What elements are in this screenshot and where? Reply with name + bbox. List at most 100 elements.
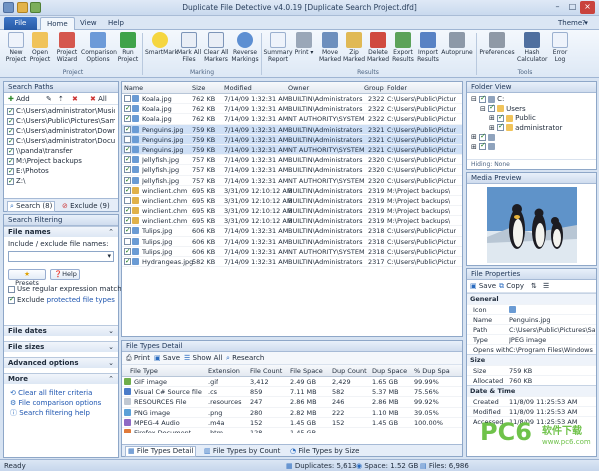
column-header-file-space[interactable]: File Space xyxy=(290,367,323,375)
row-checkbox[interactable] xyxy=(124,115,131,123)
row-checkbox[interactable] xyxy=(124,145,131,153)
column-header-file-count[interactable]: File Count xyxy=(250,367,282,375)
table-row[interactable]: Jellyfish.jpg 757 KB 7/14/09 1:32:31 AMNT … xyxy=(122,176,462,186)
tab-help[interactable]: Help xyxy=(102,17,130,30)
checkbox[interactable] xyxy=(7,126,14,136)
tab-file[interactable]: File xyxy=(4,17,37,30)
open-project-button[interactable]: Open Project xyxy=(29,32,51,68)
import-results-button[interactable]: Import Results xyxy=(416,32,440,68)
table-row[interactable]: Jellyfish.jpg 757 KB 7/14/09 1:32:31 AMBUI… xyxy=(122,155,462,166)
tab-search[interactable]: ⌕ Search (8) xyxy=(7,201,56,212)
table-row[interactable]: Tulips.jpg 606 KB 7/14/09 1:32:31 AMBUILTI… xyxy=(122,237,462,247)
table-row[interactable]: Tulips.jpg 606 KB 7/14/09 1:32:31 AMNT AUT… xyxy=(122,247,462,257)
mark-all-files-button[interactable]: Mark All Files xyxy=(177,32,201,68)
checkbox[interactable] xyxy=(479,94,487,103)
table-row[interactable]: MPEG-4 Audio .m4a 152 1.45 GB 152 1.45 GB 100.… xyxy=(122,418,462,428)
column-header-dup-space[interactable]: Dup Space xyxy=(372,367,407,375)
checkbox[interactable] xyxy=(8,285,15,293)
tab-exclude[interactable]: ⊘ Exclude (9) xyxy=(62,202,110,210)
table-row[interactable]: Penguins.jpg 759 KB 7/14/09 1:32:31 AMNT A… xyxy=(122,144,462,156)
checkbox[interactable] xyxy=(479,132,487,141)
comparison-options-button[interactable]: Comparison Options xyxy=(81,32,117,68)
column-header-group[interactable]: Group xyxy=(364,84,384,92)
research-button[interactable]: ⌕ Research xyxy=(226,354,264,363)
list-item[interactable]: C:\Users\administrator\Downloads xyxy=(7,126,115,136)
save-types-button[interactable]: ▣ Save xyxy=(154,354,180,362)
row-checkbox[interactable] xyxy=(124,227,131,235)
file-names-input[interactable]: ▾ xyxy=(8,251,114,262)
advanced-options-section[interactable]: Advanced options ⌄ xyxy=(4,357,118,368)
clear-filter-link[interactable]: ⟲ Clear all filter criteria xyxy=(10,388,112,398)
column-header-folder[interactable]: Folder xyxy=(387,84,407,92)
checkbox[interactable] xyxy=(7,136,14,146)
checkbox[interactable] xyxy=(7,156,14,166)
property-section[interactable]: Size xyxy=(467,354,596,365)
summary-report-button[interactable]: Summary Report xyxy=(263,32,293,68)
help-button[interactable]: ❓Help xyxy=(50,269,80,280)
column-header-extension[interactable]: Extension xyxy=(208,367,240,375)
row-checkbox[interactable] xyxy=(124,166,131,174)
table-row[interactable]: winclient.chm 695 KB 3/31/09 12:10:12 AMBU… xyxy=(122,186,462,196)
table-row[interactable]: Penguins.jpg 759 KB 7/14/09 1:32:31 AMBUIL… xyxy=(122,124,462,135)
row-checkbox[interactable] xyxy=(124,207,131,215)
file-dates-section[interactable]: File dates ⌄ xyxy=(4,325,118,336)
checkbox[interactable] xyxy=(488,103,496,113)
list-item[interactable]: \\panda\transfer xyxy=(7,146,115,156)
clear-all-markers-button[interactable]: Clear All Markers xyxy=(202,32,230,68)
tab-file-types-detail[interactable]: ▦ File Types Detail xyxy=(125,446,197,457)
print-button[interactable]: Print ▾ xyxy=(294,32,314,68)
table-row[interactable]: GIF image .gif 3,412 2.49 GB 2,429 1.65 GB 99.… xyxy=(122,377,462,388)
run-project-button[interactable]: Run Project xyxy=(117,32,139,68)
new-project-button[interactable]: New Project xyxy=(5,32,27,68)
filtering-help-link[interactable]: ⓘ Search filtering help xyxy=(10,408,112,418)
show-all-button[interactable]: ☰ Show All xyxy=(184,354,222,362)
project-wizard-button[interactable]: Project Wizard xyxy=(54,32,80,68)
list-item[interactable]: Z:\ xyxy=(7,176,115,186)
table-row[interactable]: Koala.jpg 762 KB 7/14/09 1:32:31 AMNT AUTH… xyxy=(122,114,462,125)
help-icon[interactable]: ? xyxy=(582,17,586,30)
column-header-dup-percent[interactable]: % Dup Spa xyxy=(414,367,450,375)
table-row[interactable]: winclient.chm 695 KB 3/31/09 12:10:12 AMBU… xyxy=(122,216,462,227)
row-checkbox[interactable] xyxy=(124,125,131,133)
table-row[interactable]: Koala.jpg 762 KB 7/14/09 1:32:31 AMBUILTIN… xyxy=(122,94,462,105)
row-checkbox[interactable] xyxy=(124,135,131,143)
file-names-section[interactable]: File names ⌃ xyxy=(4,226,118,237)
list-item[interactable]: C:\Users\administrator\Music xyxy=(7,106,115,116)
list-item[interactable]: M:\Project backups xyxy=(7,156,115,166)
row-checkbox[interactable] xyxy=(124,247,131,255)
folder-up-icon[interactable]: ⇡ xyxy=(58,95,64,103)
reverse-markings-button[interactable]: Reverse Markings xyxy=(231,32,259,68)
smartmark-button[interactable]: SmartMark xyxy=(145,32,178,68)
delete-marked-button[interactable]: Delete Marked xyxy=(367,32,389,68)
table-row[interactable]: Koala.jpg 762 KB 7/14/09 1:32:31 AMBUILTIN… xyxy=(122,104,462,115)
table-row[interactable]: Jellyfish.jpg 757 KB 7/14/09 1:32:31 AMBUI… xyxy=(122,165,462,176)
list-item[interactable]: C:\Users\administrator\Documents xyxy=(7,136,115,146)
print-types-button[interactable]: ⎙ Print xyxy=(126,354,150,363)
row-checkbox[interactable] xyxy=(124,186,131,194)
table-row[interactable]: Tulips.jpg 606 KB 7/14/09 1:32:31 AMBUILTI… xyxy=(122,226,462,237)
protected-file-types-link[interactable]: protected file types xyxy=(47,296,115,304)
presets-button[interactable]: ★ Presets xyxy=(8,269,46,287)
hash-calculator-button[interactable]: Hash Calculator xyxy=(517,32,547,68)
row-checkbox[interactable] xyxy=(124,196,131,204)
table-row[interactable]: PNG image .png 280 2.82 MB 222 1.10 MB 39.05% xyxy=(122,408,462,418)
autoprune-button[interactable]: Autoprune xyxy=(441,32,473,68)
checkbox[interactable] xyxy=(7,146,14,156)
move-marked-button[interactable]: Move Marked xyxy=(319,32,341,68)
column-header-file-type[interactable]: File Type xyxy=(130,367,158,375)
close-button[interactable]: × xyxy=(580,1,595,14)
checkbox[interactable] xyxy=(7,106,14,116)
row-checkbox[interactable] xyxy=(124,258,131,265)
comparison-options-link[interactable]: ⚙ File comparison options xyxy=(10,398,112,408)
tree-node[interactable]: ⊞ xyxy=(471,141,592,153)
checkbox[interactable] xyxy=(8,295,15,304)
preferences-button[interactable]: Preferences xyxy=(479,32,515,68)
checkbox[interactable] xyxy=(479,141,487,151)
maximize-button[interactable]: □ xyxy=(565,1,580,14)
sort-icon[interactable]: ⇅ xyxy=(531,282,537,290)
tab-file-types-count[interactable]: ▥ File Types by Count xyxy=(204,447,280,455)
remove-all-button[interactable]: ✖ All xyxy=(90,95,107,103)
row-checkbox[interactable] xyxy=(124,95,131,102)
column-header-owner[interactable]: Owner xyxy=(288,84,309,92)
column-header-modified[interactable]: Modified xyxy=(224,84,252,92)
